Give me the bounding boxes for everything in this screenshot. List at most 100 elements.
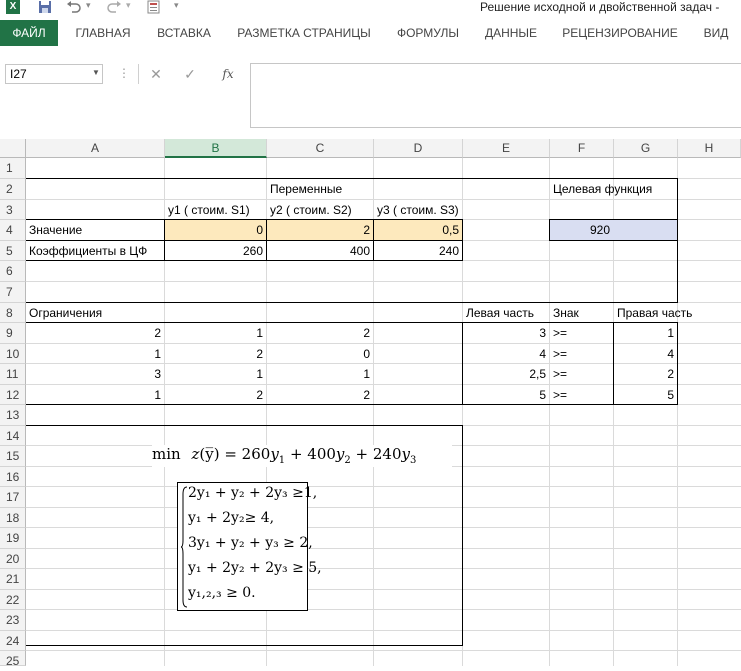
coef-y2[interactable]: 400	[267, 241, 373, 261]
column-header-f[interactable]: F	[550, 139, 614, 158]
constraint-c[interactable]: 2	[267, 385, 373, 405]
objective-value[interactable]: 920	[550, 220, 613, 240]
row-header-14[interactable]: 14	[0, 426, 26, 446]
row-header-17[interactable]: 17	[0, 487, 26, 508]
name-box[interactable]: I27	[5, 64, 103, 84]
constraint-lhs[interactable]: 2,5	[463, 364, 549, 384]
row-header-19[interactable]: 19	[0, 528, 26, 549]
constraint-sign[interactable]: >=	[550, 344, 570, 364]
cancel-button[interactable]: ✕	[146, 64, 166, 84]
constraint-rhs[interactable]: 2	[614, 364, 677, 384]
row-header-11[interactable]: 11	[0, 364, 26, 385]
constraint-rhs[interactable]: 1	[614, 323, 677, 343]
constraint-a[interactable]: 3	[26, 364, 164, 384]
tab-data[interactable]: ДАННЫЕ	[478, 20, 544, 46]
tab-page-layout[interactable]: РАЗМЕТКА СТРАНИЦЫ	[232, 20, 376, 46]
row-header-1[interactable]: 1	[0, 158, 26, 179]
row-header-4[interactable]: 4	[0, 220, 26, 241]
enter-button[interactable]: ✓	[180, 64, 200, 84]
objective-equation[interactable]: min z(y̅) = 260y1 + 400y2 + 240y3	[152, 445, 452, 467]
constraint-c[interactable]: 1	[267, 364, 373, 384]
row-header-25[interactable]: 25	[0, 651, 26, 668]
row-header-18[interactable]: 18	[0, 508, 26, 528]
constraint-rhs[interactable]: 5	[614, 385, 677, 405]
row-header-13[interactable]: 13	[0, 405, 26, 426]
tab-file[interactable]: ФАЙЛ	[0, 20, 58, 46]
y2-value[interactable]: 2	[267, 220, 373, 240]
row-header-23[interactable]: 23	[0, 610, 26, 631]
column-header-a[interactable]: A	[26, 139, 165, 158]
form-icon[interactable]	[146, 0, 162, 16]
row-header-15[interactable]: 15	[0, 446, 26, 467]
coef-y1[interactable]: 260	[165, 241, 266, 261]
constraint-a[interactable]: 1	[26, 344, 164, 364]
rhs-label[interactable]: Правая часть	[614, 303, 695, 323]
row-header-5[interactable]: 5	[0, 241, 26, 261]
select-all-corner[interactable]	[0, 139, 26, 158]
tab-view[interactable]: ВИД	[696, 20, 736, 46]
row-header-3[interactable]: 3	[0, 200, 26, 220]
row-header-21[interactable]: 21	[0, 569, 26, 590]
row-header-8[interactable]: 8	[0, 303, 26, 323]
column-header-d[interactable]: D	[374, 139, 463, 158]
y1-label[interactable]: y1 ( стоим. S1)	[165, 200, 253, 220]
constraint-b[interactable]: 2	[165, 385, 266, 405]
tab-formulas[interactable]: ФОРМУЛЫ	[390, 20, 466, 46]
y3-label[interactable]: y3 ( стоим. S3)	[374, 200, 462, 220]
excel-logo-icon[interactable]: X	[6, 0, 20, 14]
row-header-10[interactable]: 10	[0, 344, 26, 364]
undo-icon[interactable]	[66, 0, 82, 16]
redo-icon[interactable]	[106, 0, 122, 16]
formula-input[interactable]	[250, 63, 741, 128]
constraint-c[interactable]: 2	[267, 323, 373, 343]
constraint-sign[interactable]: >=	[550, 323, 570, 343]
column-header-h[interactable]: H	[678, 139, 741, 158]
constraint-rhs[interactable]: 4	[614, 344, 677, 364]
redo-dropdown-icon[interactable]: ▾	[126, 0, 131, 16]
customize-qat-icon[interactable]: ▾	[174, 0, 179, 16]
row-header-24[interactable]: 24	[0, 631, 26, 651]
row-header-20[interactable]: 20	[0, 549, 26, 569]
constraint-lhs[interactable]: 3	[463, 323, 549, 343]
insert-function-button[interactable]: fx	[216, 64, 240, 84]
constraint-c[interactable]: 0	[267, 344, 373, 364]
constraint-sign[interactable]: >=	[550, 385, 570, 405]
row-header-12[interactable]: 12	[0, 385, 26, 405]
row-header-2[interactable]: 2	[0, 179, 26, 200]
lhs-label[interactable]: Левая часть	[463, 303, 537, 323]
sign-label[interactable]: Знак	[550, 303, 582, 323]
constraint-b[interactable]: 1	[165, 364, 266, 384]
constraint-a[interactable]: 2	[26, 323, 164, 343]
save-icon[interactable]	[38, 0, 52, 16]
row-header-16[interactable]: 16	[0, 467, 26, 487]
objective-header[interactable]: Целевая функция	[550, 179, 655, 199]
constraints-label[interactable]: Ограничения	[26, 303, 105, 323]
constraint-b[interactable]: 1	[165, 323, 266, 343]
coef-label[interactable]: Коэффициенты в ЦФ	[26, 241, 165, 261]
row-header-9[interactable]: 9	[0, 323, 26, 344]
column-header-e[interactable]: E	[463, 139, 550, 158]
constraint-lhs[interactable]: 4	[463, 344, 549, 364]
column-header-g[interactable]: G	[614, 139, 678, 158]
constraints-system-box[interactable]: 2y₁ + y₂ + 2y₃ ≥1, y₁ + 2y₂≥ 4, 3y₁ + y₂…	[177, 482, 322, 611]
row-header-7[interactable]: 7	[0, 282, 26, 303]
constraint-b[interactable]: 2	[165, 344, 266, 364]
tab-home[interactable]: ГЛАВНАЯ	[66, 20, 140, 46]
tab-insert[interactable]: ВСТАВКА	[150, 20, 218, 46]
row-header-6[interactable]: 6	[0, 261, 26, 282]
y3-value[interactable]: 0,5	[374, 220, 462, 240]
y2-label[interactable]: y2 ( стоим. S2)	[267, 200, 355, 220]
tab-review[interactable]: РЕЦЕНЗИРОВАНИЕ	[556, 20, 684, 46]
y1-value[interactable]: 0	[165, 220, 266, 240]
variables-header[interactable]: Переменные	[267, 179, 345, 199]
column-header-b[interactable]: B	[165, 139, 267, 158]
name-box-dropdown-icon[interactable]: ▼	[92, 68, 100, 77]
column-header-c[interactable]: C	[267, 139, 374, 158]
constraint-a[interactable]: 1	[26, 385, 164, 405]
value-label[interactable]: Значение	[26, 220, 165, 240]
constraint-lhs[interactable]: 5	[463, 385, 549, 405]
constraint-sign[interactable]: >=	[550, 364, 570, 384]
undo-dropdown-icon[interactable]: ▾	[86, 0, 91, 16]
row-header-22[interactable]: 22	[0, 590, 26, 610]
coef-y3[interactable]: 240	[374, 241, 462, 261]
